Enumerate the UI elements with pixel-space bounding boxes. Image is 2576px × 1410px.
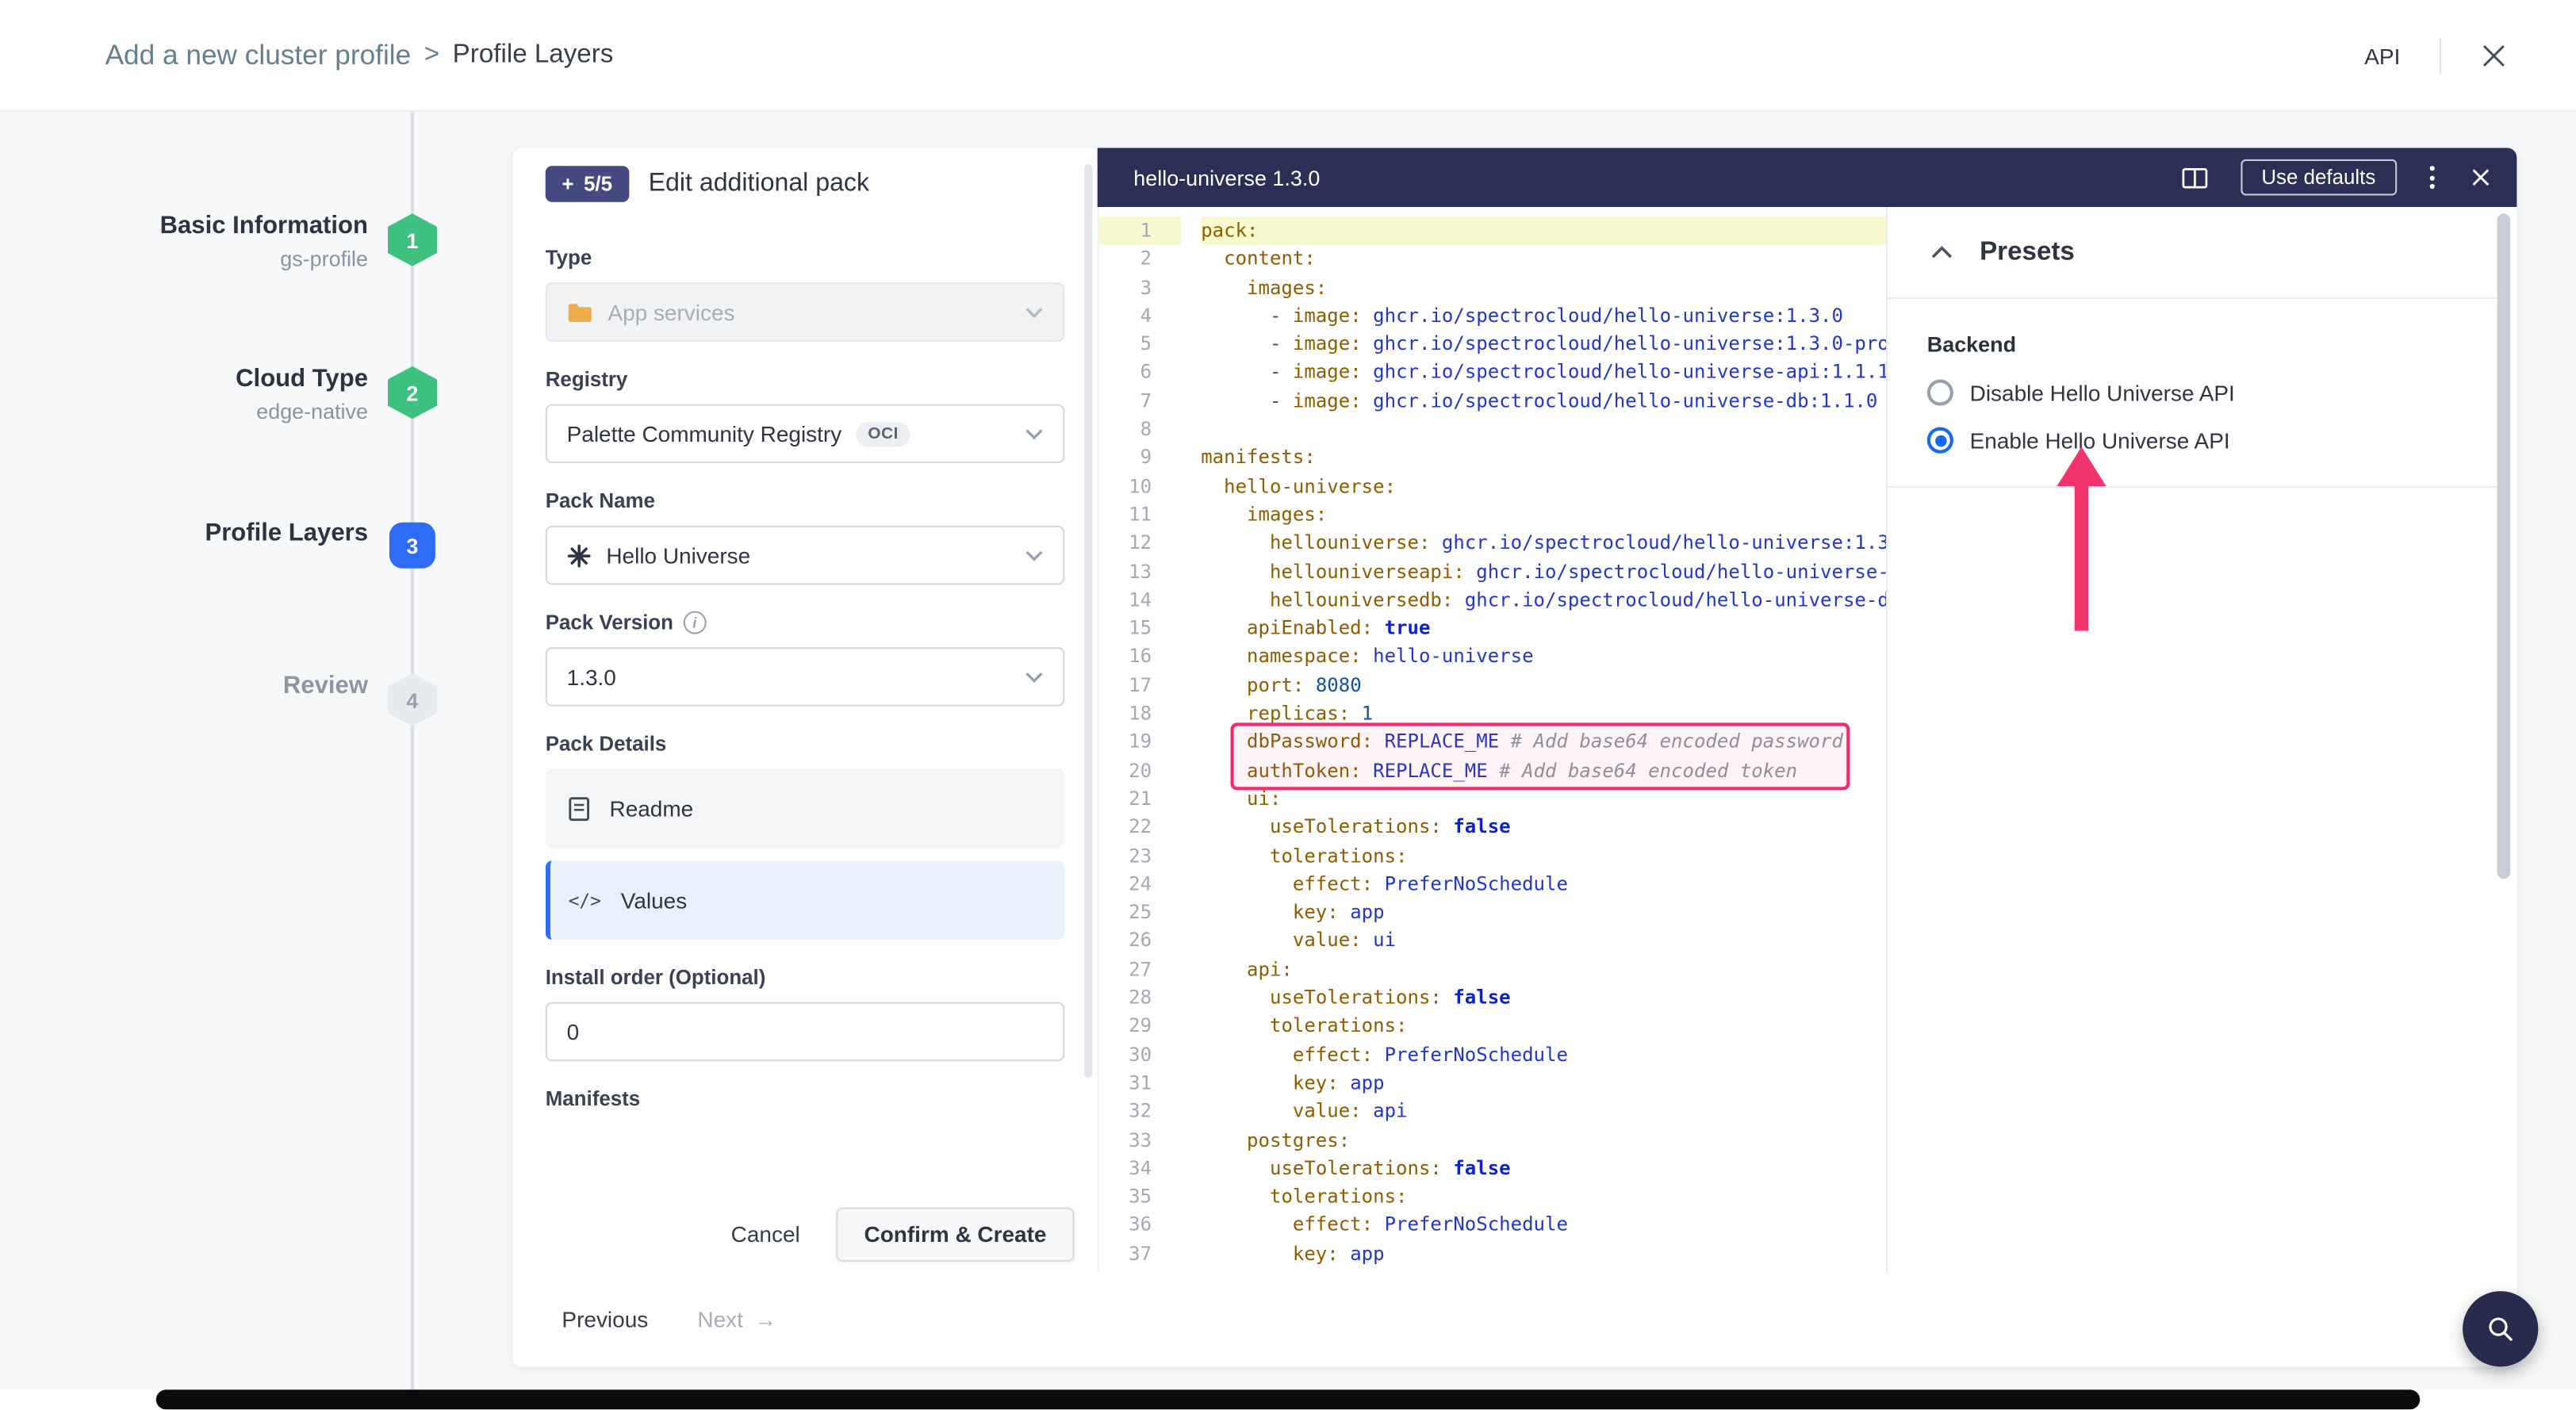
previous-button[interactable]: Previous (562, 1308, 648, 1332)
arrow-right-icon: → (754, 1308, 776, 1332)
split-view-icon (2181, 167, 2207, 188)
step-label[interactable]: Profile Layers (205, 518, 368, 550)
step-sublabel: edge-native (236, 396, 368, 427)
presets-panel: Presets Backend Disable Hello Universe A… (1886, 207, 2499, 1273)
header-actions: API (2364, 0, 2507, 112)
step-label[interactable]: Basic Information (160, 210, 368, 243)
pack-version-label: Pack Version i (546, 611, 1065, 634)
cancel-button[interactable]: Cancel (731, 1221, 800, 1246)
registry-label: Registry (546, 368, 1065, 391)
preset-option-label: Enable Hello Universe API (1970, 428, 2230, 453)
step-label[interactable]: Review (283, 670, 368, 703)
form-title: Edit additional pack (649, 169, 869, 198)
pack-count-badge: + 5/5 (546, 166, 629, 202)
code-editor[interactable]: 1234567891011121314151617181920212223242… (1098, 207, 1886, 1273)
readme-tab-label: Readme (610, 796, 694, 821)
code-icon: </> (569, 890, 601, 911)
step-sublabel: gs-profile (160, 243, 368, 274)
chevron-down-icon (1025, 550, 1044, 561)
values-tab-label: Values (621, 888, 687, 913)
form-fields: Type App services Registry Palette Commu… (546, 220, 1065, 1124)
top-header: Add a new cluster profile > Profile Laye… (0, 0, 2576, 112)
step-label[interactable]: Cloud Type (236, 363, 368, 396)
window-edge (156, 1389, 2420, 1409)
type-label: Type (546, 247, 1065, 270)
pack-details-label: Pack Details (546, 733, 1065, 756)
type-select[interactable]: App services (546, 282, 1065, 342)
values-tab[interactable]: </> Values (546, 860, 1065, 939)
info-icon[interactable]: i (683, 611, 706, 634)
wizard-footer: Previous Next → (512, 1273, 2517, 1366)
pack-editor-card: + 5/5 Edit additional pack Type App serv… (512, 148, 2517, 1366)
close-icon (2481, 43, 2507, 69)
backend-group-label: Backend (1927, 331, 2459, 356)
radio-unselected-icon[interactable] (1927, 380, 1953, 406)
manifests-label: Manifests (546, 1087, 1065, 1110)
pack-version-value: 1.3.0 (567, 665, 616, 689)
chevron-down-icon (1025, 428, 1044, 440)
preset-option-label: Disable Hello Universe API (1970, 381, 2235, 405)
presets-collapse-button[interactable] (1927, 242, 1957, 263)
header-divider (2440, 38, 2441, 75)
pack-name-label: Pack Name (546, 489, 1065, 512)
api-link[interactable]: API (2364, 44, 2400, 68)
readme-tab[interactable]: Readme (546, 768, 1065, 847)
chevron-down-icon (1025, 306, 1044, 318)
editor-code: pack: content: images: - image: ghcr.io/… (1181, 207, 1886, 1268)
app-window: Add a new cluster profile > Profile Laye… (0, 0, 2576, 1410)
form-footer: Cancel Confirm & Create (512, 1194, 1097, 1273)
close-button[interactable] (2481, 43, 2507, 69)
pack-logo-icon (567, 543, 592, 568)
search-fab[interactable] (2463, 1291, 2538, 1366)
use-defaults-button[interactable]: Use defaults (2240, 159, 2397, 196)
stepper-line (411, 112, 414, 1390)
install-order-input[interactable] (567, 1019, 1044, 1044)
editor-title: hello-universe 1.3.0 (1133, 165, 1320, 190)
pack-count: 5/5 (584, 173, 612, 196)
pack-form-panel: + 5/5 Edit additional pack Type App serv… (512, 148, 1097, 1273)
pack-name-select[interactable]: Hello Universe (546, 526, 1065, 585)
type-value: App services (608, 300, 734, 324)
breadcrumb-separator: > (424, 41, 439, 71)
chevron-down-icon (1025, 671, 1044, 683)
readme-icon (569, 796, 590, 821)
presets-title: Presets (1980, 237, 2075, 266)
editor-close-button[interactable] (2467, 164, 2494, 190)
editor-section: hello-universe 1.3.0 Use defaults 123456… (1098, 148, 2517, 1273)
radio-selected-icon[interactable] (1927, 427, 1953, 454)
confirm-create-button[interactable]: Confirm & Create (836, 1206, 1074, 1260)
install-order-label: Install order (Optional) (546, 966, 1065, 989)
step-badge-square: 3 (389, 523, 435, 569)
kebab-icon (2430, 166, 2435, 189)
registry-select[interactable]: Palette Community Registry OCI (546, 404, 1065, 464)
chevron-up-icon (1930, 245, 1953, 260)
editor-gutter: 1234567891011121314151617181920212223242… (1099, 207, 1182, 1268)
diff-view-button[interactable] (2178, 163, 2210, 191)
oci-badge: OCI (857, 421, 910, 446)
search-icon (2482, 1311, 2519, 1347)
pack-name-value: Hello Universe (606, 543, 750, 568)
page-title: Profile Layers (453, 41, 614, 71)
plus-icon: + (562, 173, 573, 196)
editor-scrollbar[interactable] (2497, 213, 2511, 879)
presets-header: Presets (1888, 207, 2499, 299)
breadcrumb-root[interactable]: Add a new cluster profile (105, 40, 412, 72)
editor-header: hello-universe 1.3.0 Use defaults (1098, 148, 2517, 207)
preset-option-disable-api[interactable]: Disable Hello Universe API (1927, 380, 2459, 406)
folder-icon (567, 301, 593, 323)
form-header: + 5/5 Edit additional pack (546, 148, 869, 220)
close-icon (2471, 167, 2490, 187)
pack-version-select[interactable]: 1.3.0 (546, 647, 1065, 707)
editor-menu-button[interactable] (2427, 163, 2439, 192)
install-order-field (546, 1002, 1065, 1062)
form-scrollbar[interactable] (1084, 164, 1092, 1078)
presets-group-backend: Backend Disable Hello Universe API Enabl… (1888, 299, 2499, 488)
registry-value: Palette Community Registry (567, 421, 842, 446)
preset-option-enable-api[interactable]: Enable Hello Universe API (1927, 427, 2459, 454)
breadcrumb: Add a new cluster profile > Profile Laye… (105, 0, 614, 112)
next-button: Next → (697, 1308, 776, 1332)
